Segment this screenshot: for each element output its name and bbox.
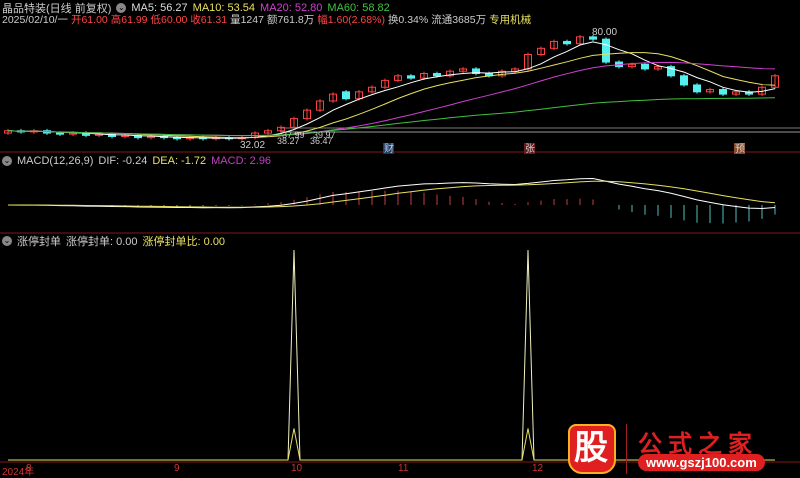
max-price-label: 80.00 [592, 27, 617, 38]
candle-body [433, 73, 441, 77]
candle-body [342, 91, 350, 100]
candle-body [719, 89, 727, 95]
dea-line [8, 180, 776, 208]
seal-value: 涨停封单: 0.00 [66, 235, 138, 248]
candle-body [56, 132, 64, 135]
candle-body [602, 38, 610, 63]
marker-limit-up-label: 张 [525, 143, 535, 155]
candle-body [680, 75, 688, 86]
macd-value: MACD: 2.96 [211, 154, 272, 167]
x-axis-label: 12 [532, 463, 544, 474]
candles [4, 35, 779, 141]
low: 低60.00 [150, 14, 188, 26]
x-axis-label: 8 [26, 463, 32, 474]
chevron-down-icon[interactable]: ⌄ [2, 155, 12, 166]
volume: 量1247 [230, 14, 264, 26]
seal-ratio: 涨停封单比: 0.00 [142, 235, 226, 248]
candle-body [563, 40, 571, 45]
amount: 额761.8万 [266, 14, 315, 26]
open: 开61.00 [70, 14, 108, 26]
marker-finance-label: 财 [384, 142, 394, 155]
seal-header: ⌄ 涨停封单 涨停封单: 0.00 涨停封单比: 0.00 [2, 234, 226, 248]
moving-averages [7, 41, 776, 139]
date: 2025/02/10/一 [2, 14, 68, 26]
price-label: 36.47 [310, 136, 333, 146]
float-shares: 流通3685万 [431, 14, 487, 26]
x-axis-label: 10 [291, 463, 303, 474]
ma60-line [7, 97, 776, 137]
macd-plot [7, 177, 776, 224]
candle-body [641, 63, 649, 70]
watermark-logo: 股 公式之家 www.gszj100.com [558, 424, 798, 476]
macd-dea: DEA: -1.72 [152, 154, 207, 167]
x-axis-label: 11 [398, 463, 409, 474]
close: 收61.31 [190, 14, 228, 26]
industry: 专用机械 [489, 14, 532, 26]
seal-name: 涨停封单 [17, 235, 61, 248]
logo-mark: 股 [574, 429, 608, 467]
marker-forecast-label: 预 [735, 143, 745, 155]
ma10-line [7, 52, 776, 139]
macd-header: ⌄ MACD(12,26,9) DIF: -0.24 DEA: -1.72 MA… [2, 154, 271, 167]
price-header-line2: 2025/02/10/一 开61.00 高61.99 低60.00 收61.31… [2, 13, 531, 26]
price-label: 38.27 [277, 136, 300, 146]
dif-line [7, 177, 776, 210]
min-price-label: 32.02 [240, 140, 265, 151]
change: 幅1.60(2.68%) [317, 14, 385, 26]
chevron-down-icon[interactable]: ⌄ [2, 235, 12, 246]
candle-body [407, 75, 415, 79]
macd-dif: DIF: -0.24 [98, 154, 148, 167]
chevron-down-icon[interactable]: ⌄ [116, 2, 127, 13]
logo-url: www.gszj100.com [638, 454, 765, 471]
turnover: 换0.34% [387, 14, 429, 26]
high: 高61.99 [110, 14, 148, 26]
candle-body [693, 84, 701, 93]
x-axis-label: 9 [174, 463, 180, 474]
candle-body [173, 137, 181, 140]
macd-name: MACD(12,26,9) [17, 154, 94, 167]
